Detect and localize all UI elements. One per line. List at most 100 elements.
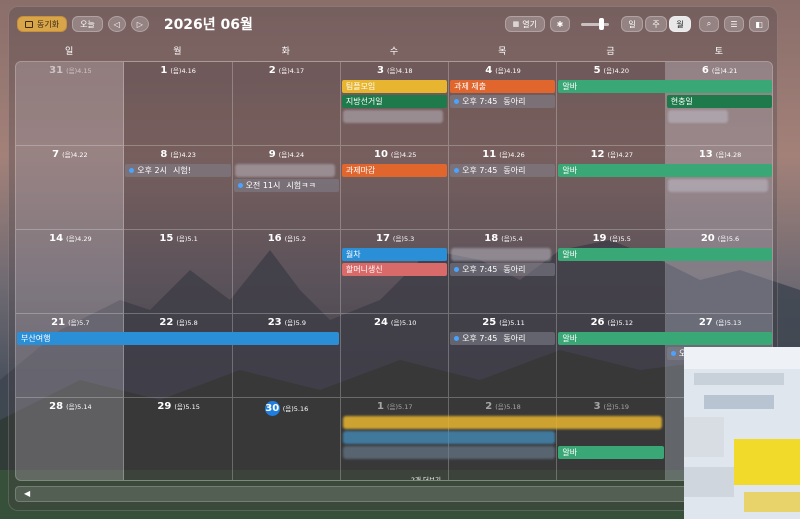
view-month-button[interactable]: 월 (669, 16, 691, 32)
event-exam[interactable]: 오후 2시 시험! (125, 164, 231, 177)
event-day-off[interactable]: 월차 (341, 248, 448, 261)
lunar-date: (음)5.13 (715, 319, 742, 327)
day-cell[interactable]: 2 (음)4.17 (232, 62, 341, 146)
day-cell[interactable]: 24 (음)5.10 (340, 314, 450, 398)
event-assignment[interactable]: 과제 제출 (450, 80, 556, 93)
opacity-slider[interactable] (581, 17, 609, 30)
lunar-date: (음)5.14 (66, 403, 92, 411)
event-deadline[interactable]: 과제마감 (341, 164, 448, 177)
calendar-window: 동기화 오늘 ◁ ▷ 2026년 06월 ▦ 열기 ✱ 일 주 월 ⌕ ☰ ◧ 일… (8, 6, 778, 511)
open-button[interactable]: ▦ 열기 (504, 16, 545, 32)
event-club[interactable]: 오후 7:45 동아리 (450, 95, 556, 108)
today-button[interactable]: 오늘 (72, 16, 103, 32)
view-day-button[interactable]: 일 (621, 16, 643, 32)
day-number: 7 (음)4.22 (52, 149, 88, 160)
redacted-event (342, 110, 443, 123)
event-albah[interactable]: 알바 (558, 164, 772, 177)
day-cell[interactable]: 7 (음)4.22 (16, 146, 125, 230)
day-cell[interactable]: 14 (음)4.29 (16, 230, 125, 314)
day-number: 3 (음)4.18 (377, 65, 413, 76)
event-grandma-birthday[interactable]: 할머니생신 (341, 263, 448, 276)
event-local-election[interactable]: 지방선거일 (341, 95, 448, 108)
weekday-thu: 목 (498, 47, 507, 57)
slider-knob[interactable] (599, 17, 604, 30)
day-label: 20 (700, 233, 715, 244)
day-cell[interactable]: 15 (음)5.1 (124, 230, 233, 314)
day-cell[interactable]: 5 (음)4.20 (557, 62, 666, 146)
event-exam2[interactable]: 오전 11시 시험ㅋㅋ (233, 179, 339, 192)
day-number: 11 (음)4.26 (482, 149, 524, 160)
event-albah[interactable]: 알바 (558, 446, 664, 459)
event-time: 오후 7:45 (462, 166, 498, 175)
pin-icon: ✱ (556, 19, 564, 29)
event-dot-icon (237, 183, 243, 188)
bottom-scrollbar[interactable]: ◀ (15, 486, 773, 502)
day-label: 5 (593, 65, 601, 76)
day-cell[interactable]: 31 (음)4.15 (16, 62, 125, 146)
day-cell[interactable]: 16 (음)5.2 (232, 230, 341, 314)
list-button[interactable]: ☰ (724, 16, 744, 32)
day-cell[interactable]: 23 (음)5.9 (232, 314, 341, 398)
show-more-link[interactable]: 2개 더보기 (411, 474, 441, 480)
event-time: 오후 7:45 (462, 265, 498, 274)
event-club[interactable]: 오후 7:45 동아리 (450, 332, 556, 345)
day-label: 1 (160, 65, 168, 76)
day-number: 4 (음)4.19 (485, 65, 521, 76)
event-dot-icon (129, 168, 135, 173)
day-cell[interactable]: 26 (음)5.12 (557, 314, 666, 398)
day-cell[interactable]: 25 (음)5.11 (449, 314, 558, 398)
day-cell[interactable]: 28 (음)5.14 (16, 398, 125, 480)
day-number: 10 (음)4.25 (374, 149, 416, 160)
day-cell[interactable]: 21 (음)5.7 (16, 314, 125, 398)
lunar-date: (음)5.9 (284, 319, 307, 327)
pin-button[interactable]: ✱ (550, 16, 570, 32)
grid-icon: ▦ (512, 20, 520, 28)
lunar-date: (음)5.1 (176, 235, 198, 243)
day-cell[interactable]: 30 (음)5.16 (232, 398, 341, 480)
event-memorial[interactable]: 현충일 (666, 95, 772, 108)
day-cell[interactable]: 20 (음)5.6 (665, 230, 772, 314)
event-title: 시험! (173, 166, 191, 175)
day-number: 22 (음)5.8 (159, 317, 197, 328)
day-cell[interactable]: 11 (음)4.26 (449, 146, 558, 230)
day-cell[interactable]: 10 (음)4.25 (340, 146, 450, 230)
day-number: 20 (음)5.6 (701, 233, 739, 244)
day-cell[interactable]: 12 (음)4.27 (557, 146, 666, 230)
day-cell[interactable]: 8 (음)4.23 (124, 146, 233, 230)
event-albah[interactable]: 알바 (558, 332, 772, 345)
day-number: 5 (음)4.20 (594, 65, 630, 76)
overlapping-window[interactable] (684, 347, 800, 519)
day-number: 12 (음)4.27 (591, 149, 633, 160)
calendar-icon (25, 20, 33, 28)
event-albah[interactable]: 알바 (558, 248, 772, 261)
sync-button[interactable]: 동기화 (17, 16, 68, 32)
day-number: 13 (음)4.28 (699, 149, 741, 160)
day-cell[interactable]: 22 (음)5.8 (124, 314, 233, 398)
search-button[interactable]: ⌕ (699, 16, 719, 32)
redacted-event (342, 416, 662, 429)
view-week-button[interactable]: 주 (645, 16, 667, 32)
day-cell[interactable]: 1 (음)4.16 (124, 62, 233, 146)
event-albah[interactable]: 알바 (558, 80, 772, 93)
day-cell[interactable]: 3 (음)5.19 (557, 398, 666, 480)
lunar-date: (음)5.7 (68, 319, 90, 327)
day-cell[interactable]: 19 (음)5.5 (557, 230, 666, 314)
event-club[interactable]: 오후 7:45 동아리 (450, 263, 556, 276)
prev-month-button[interactable]: ◁ (107, 16, 126, 32)
redacted-event (667, 110, 728, 123)
lunar-date: (음)5.8 (176, 319, 198, 327)
day-label: 15 (159, 233, 174, 244)
day-cell[interactable]: 29 (음)5.15 (124, 398, 233, 480)
next-month-button[interactable]: ▷ (130, 16, 149, 32)
event-dot-icon (454, 99, 460, 104)
sidebar-toggle-button[interactable]: ◧ (749, 16, 769, 32)
scroll-left-button[interactable]: ◀ (24, 489, 30, 498)
event-club[interactable]: 오후 7:45 동아리 (450, 164, 556, 177)
weekday-tue: 화 (281, 47, 290, 57)
event-teamplay[interactable]: 팀플모임 (341, 80, 448, 93)
lunar-date: (음)5.10 (390, 319, 417, 327)
day-number: 1 (음)4.16 (160, 65, 196, 76)
event-busan-trip[interactable]: 부산여행 (17, 332, 339, 345)
lunar-date: (음)5.18 (495, 403, 521, 411)
day-label: 26 (590, 317, 605, 328)
